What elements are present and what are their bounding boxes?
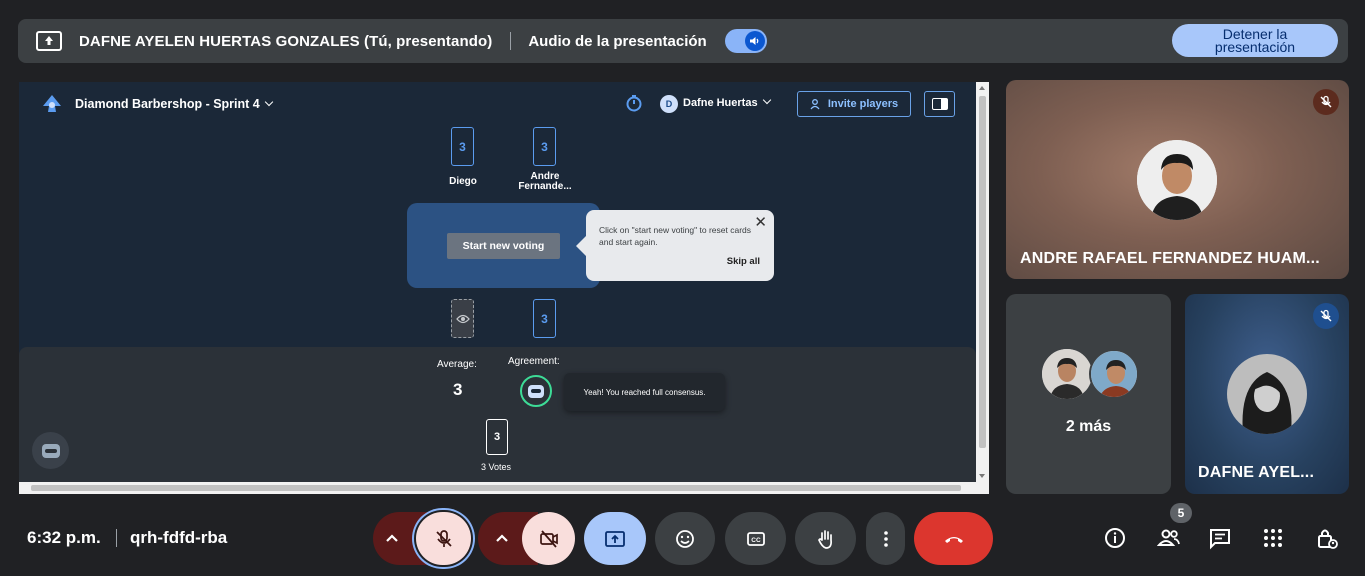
speaker-icon: [744, 31, 765, 51]
user-menu[interactable]: Dafne Huertas: [683, 95, 771, 109]
avatar: [1089, 349, 1139, 399]
agreement-indicator: [520, 375, 552, 407]
camera-off-icon: [539, 529, 558, 548]
presentation-audio-label: Audio de la presentación: [528, 32, 707, 50]
divider: [116, 529, 117, 547]
toggle-sidebar-button[interactable]: [924, 91, 955, 117]
player-card: 3: [533, 127, 556, 166]
add-person-icon: [810, 99, 820, 110]
onboarding-tooltip: Click on "start new voting" to reset car…: [576, 210, 774, 281]
avatar: [1042, 349, 1092, 399]
chevron-down-icon: [264, 97, 273, 107]
call-end-icon: [944, 536, 963, 543]
agreement-label: Agreement:: [508, 356, 560, 367]
avatar: [1227, 354, 1307, 434]
stop-presenting-button[interactable]: Detener la presentación: [1172, 24, 1338, 57]
chevron-up-icon: [386, 533, 398, 542]
player-name: Andre Fernande...: [518, 171, 572, 192]
clock: 6:32 p.m.: [27, 528, 101, 547]
lock-person-icon: [1318, 529, 1338, 549]
average-label: Average:: [437, 359, 477, 370]
invite-players-button[interactable]: Invite players: [797, 91, 911, 117]
close-icon[interactable]: ✕: [754, 215, 767, 230]
participant-tile-dafne[interactable]: DAFNE AYEL...: [1185, 294, 1349, 494]
info-icon: [1105, 528, 1125, 548]
player-name: Diego: [449, 176, 477, 187]
shared-screen: Diamond Barbershop - Sprint 4 D Dafne Hu…: [19, 82, 989, 494]
sidebar-panel-icon: [931, 98, 948, 110]
participant-name: DAFNE AYEL...: [1198, 464, 1315, 481]
more-participants-label: 2 más: [1065, 418, 1112, 435]
tooltip-text: Click on "start new voting" to reset car…: [599, 225, 752, 247]
user-name-text: Dafne Huertas: [683, 97, 758, 109]
average-value: 3: [453, 380, 463, 399]
emoji-icon: [676, 529, 694, 548]
skip-all-button[interactable]: Skip all: [727, 256, 760, 267]
more-vert-icon: [883, 530, 888, 547]
board-title[interactable]: Diamond Barbershop - Sprint 4: [75, 97, 273, 111]
vertical-scrollbar[interactable]: [976, 82, 989, 494]
reactions-button[interactable]: [655, 512, 715, 565]
camera-toggle-button[interactable]: [522, 512, 575, 565]
raise-hand-button[interactable]: [795, 512, 856, 565]
more-options-button[interactable]: [866, 512, 905, 565]
divider: [510, 32, 512, 50]
presenting-bar: DAFNE AYELEN HUERTAS GONZALES (Tú, prese…: [18, 19, 1348, 63]
chat-button[interactable]: [1206, 524, 1234, 552]
closed-captions-icon: CC: [746, 531, 765, 546]
host-controls-button[interactable]: [1313, 524, 1341, 552]
horizontal-scrollbar[interactable]: [19, 482, 976, 494]
vote-card: 3: [486, 419, 508, 455]
user-avatar[interactable]: D: [660, 95, 678, 113]
board-title-text: Diamond Barbershop - Sprint 4: [75, 97, 260, 111]
player-card: 3: [533, 299, 556, 338]
invite-players-label: Invite players: [827, 98, 899, 110]
present-to-all-icon: [605, 530, 625, 547]
activities-button[interactable]: [1259, 524, 1287, 552]
mic-off-icon: [435, 529, 452, 547]
timer-icon[interactable]: [625, 94, 643, 112]
microphone-toggle-button[interactable]: [416, 512, 471, 565]
participant-tile-andre[interactable]: ANDRE RAFAEL FERNANDEZ HUAM...: [1006, 80, 1349, 279]
captions-button[interactable]: CC: [725, 512, 786, 565]
avatar: [1137, 140, 1217, 220]
participant-tile-more[interactable]: 2 más: [1006, 294, 1171, 494]
votes-count: 3 Votes: [481, 462, 512, 472]
participant-count-badge: 5: [1170, 503, 1192, 523]
assistant-bot-button[interactable]: [32, 432, 69, 469]
people-icon: [1157, 529, 1180, 546]
robot-icon: [41, 443, 60, 458]
chevron-down-icon: [762, 95, 771, 105]
svg-text:CC: CC: [751, 537, 761, 544]
hand-icon: [817, 529, 832, 549]
chevron-up-icon: [496, 533, 508, 542]
meeting-details-button[interactable]: [1101, 524, 1129, 552]
robot-icon: [528, 384, 544, 398]
people-button[interactable]: [1155, 524, 1183, 552]
participant-name: ANDRE RAFAEL FERNANDEZ HUAM...: [1020, 250, 1320, 267]
eye-icon: [455, 314, 470, 323]
presentation-audio-toggle[interactable]: [724, 29, 767, 53]
spade-logo-icon: [43, 95, 61, 112]
consensus-message: Yeah! You reached full consensus.: [564, 373, 725, 411]
apps-grid-icon: [1264, 529, 1282, 547]
player-card: 3: [451, 127, 474, 166]
mic-off-icon: [1313, 303, 1339, 329]
app-header: Diamond Barbershop - Sprint 4 D Dafne Hu…: [19, 82, 976, 126]
start-new-voting-button[interactable]: Start new voting: [447, 233, 560, 259]
present-screen-icon: [36, 31, 62, 51]
meeting-code: qrh-fdfd-rba: [130, 528, 228, 547]
presenter-name: DAFNE AYELEN HUERTAS GONZALES (Tú, prese…: [79, 32, 493, 50]
chat-icon: [1210, 529, 1230, 550]
mic-off-icon: [1313, 89, 1339, 115]
leave-call-button[interactable]: [914, 512, 993, 565]
hidden-card: [451, 299, 474, 338]
present-screen-button[interactable]: [584, 512, 646, 565]
